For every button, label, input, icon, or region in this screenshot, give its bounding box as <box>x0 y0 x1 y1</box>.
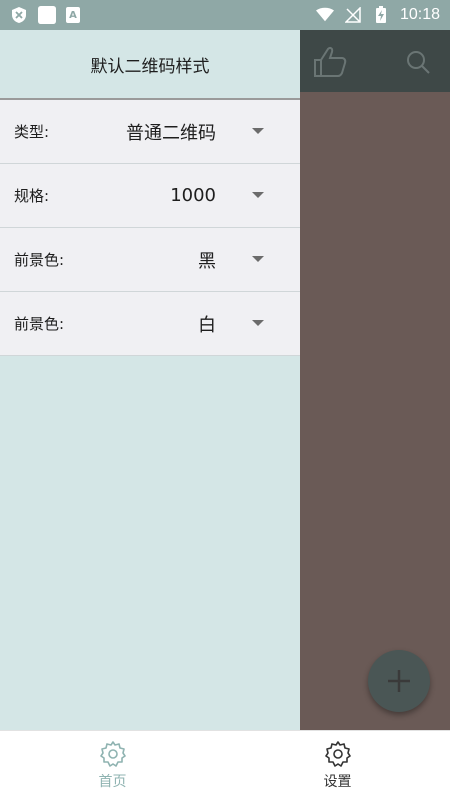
setting-row-size[interactable]: 规格: 1000 <box>0 164 300 228</box>
gear-icon <box>99 740 126 767</box>
plus-icon <box>388 670 410 692</box>
shield-icon <box>10 6 28 24</box>
setting-label: 前景色: <box>14 315 65 333</box>
status-bar: A 10:18 <box>0 0 450 30</box>
add-button[interactable] <box>368 650 430 712</box>
drawer-title: 默认二维码样式 <box>90 56 210 77</box>
nav-label: 首页 <box>98 773 127 790</box>
setting-row-background-color[interactable]: 前景色: 白 <box>0 292 300 356</box>
bottom-nav: 首页 设置 <box>0 730 450 800</box>
settings-drawer: 默认二维码样式 类型: 普通二维码 规格: 1000 前景色: 黑 前景色: 白 <box>0 30 300 730</box>
drawer-header: 默认二维码样式 <box>0 30 300 100</box>
setting-value[interactable]: 1000 <box>170 185 216 206</box>
setting-row-foreground-color[interactable]: 前景色: 黑 <box>0 228 300 292</box>
wifi-icon <box>315 6 334 24</box>
setting-label: 前景色: <box>14 251 65 269</box>
nav-item-settings[interactable]: 设置 <box>225 731 450 800</box>
status-time: 10:18 <box>399 6 440 23</box>
setting-value[interactable]: 黑 <box>198 247 216 273</box>
dropdown-arrow-icon[interactable] <box>252 192 264 198</box>
search-icon[interactable] <box>400 44 436 80</box>
app-notification-icon <box>38 6 56 24</box>
gear-icon <box>324 740 351 767</box>
no-signal-icon <box>344 6 362 24</box>
nav-label: 设置 <box>323 773 352 790</box>
setting-label: 类型: <box>14 123 50 141</box>
dropdown-arrow-icon[interactable] <box>252 128 264 134</box>
dropdown-arrow-icon[interactable] <box>252 256 264 262</box>
setting-value[interactable]: 普通二维码 <box>126 119 216 145</box>
battery-charging-icon <box>372 6 390 24</box>
nav-item-home[interactable]: 首页 <box>0 731 225 800</box>
letter-notification-icon: A <box>66 7 80 23</box>
thumbs-up-icon[interactable] <box>312 44 348 80</box>
setting-label: 规格: <box>14 187 50 205</box>
dropdown-arrow-icon[interactable] <box>252 320 264 326</box>
setting-value[interactable]: 白 <box>198 311 216 337</box>
setting-row-type[interactable]: 类型: 普通二维码 <box>0 100 300 164</box>
